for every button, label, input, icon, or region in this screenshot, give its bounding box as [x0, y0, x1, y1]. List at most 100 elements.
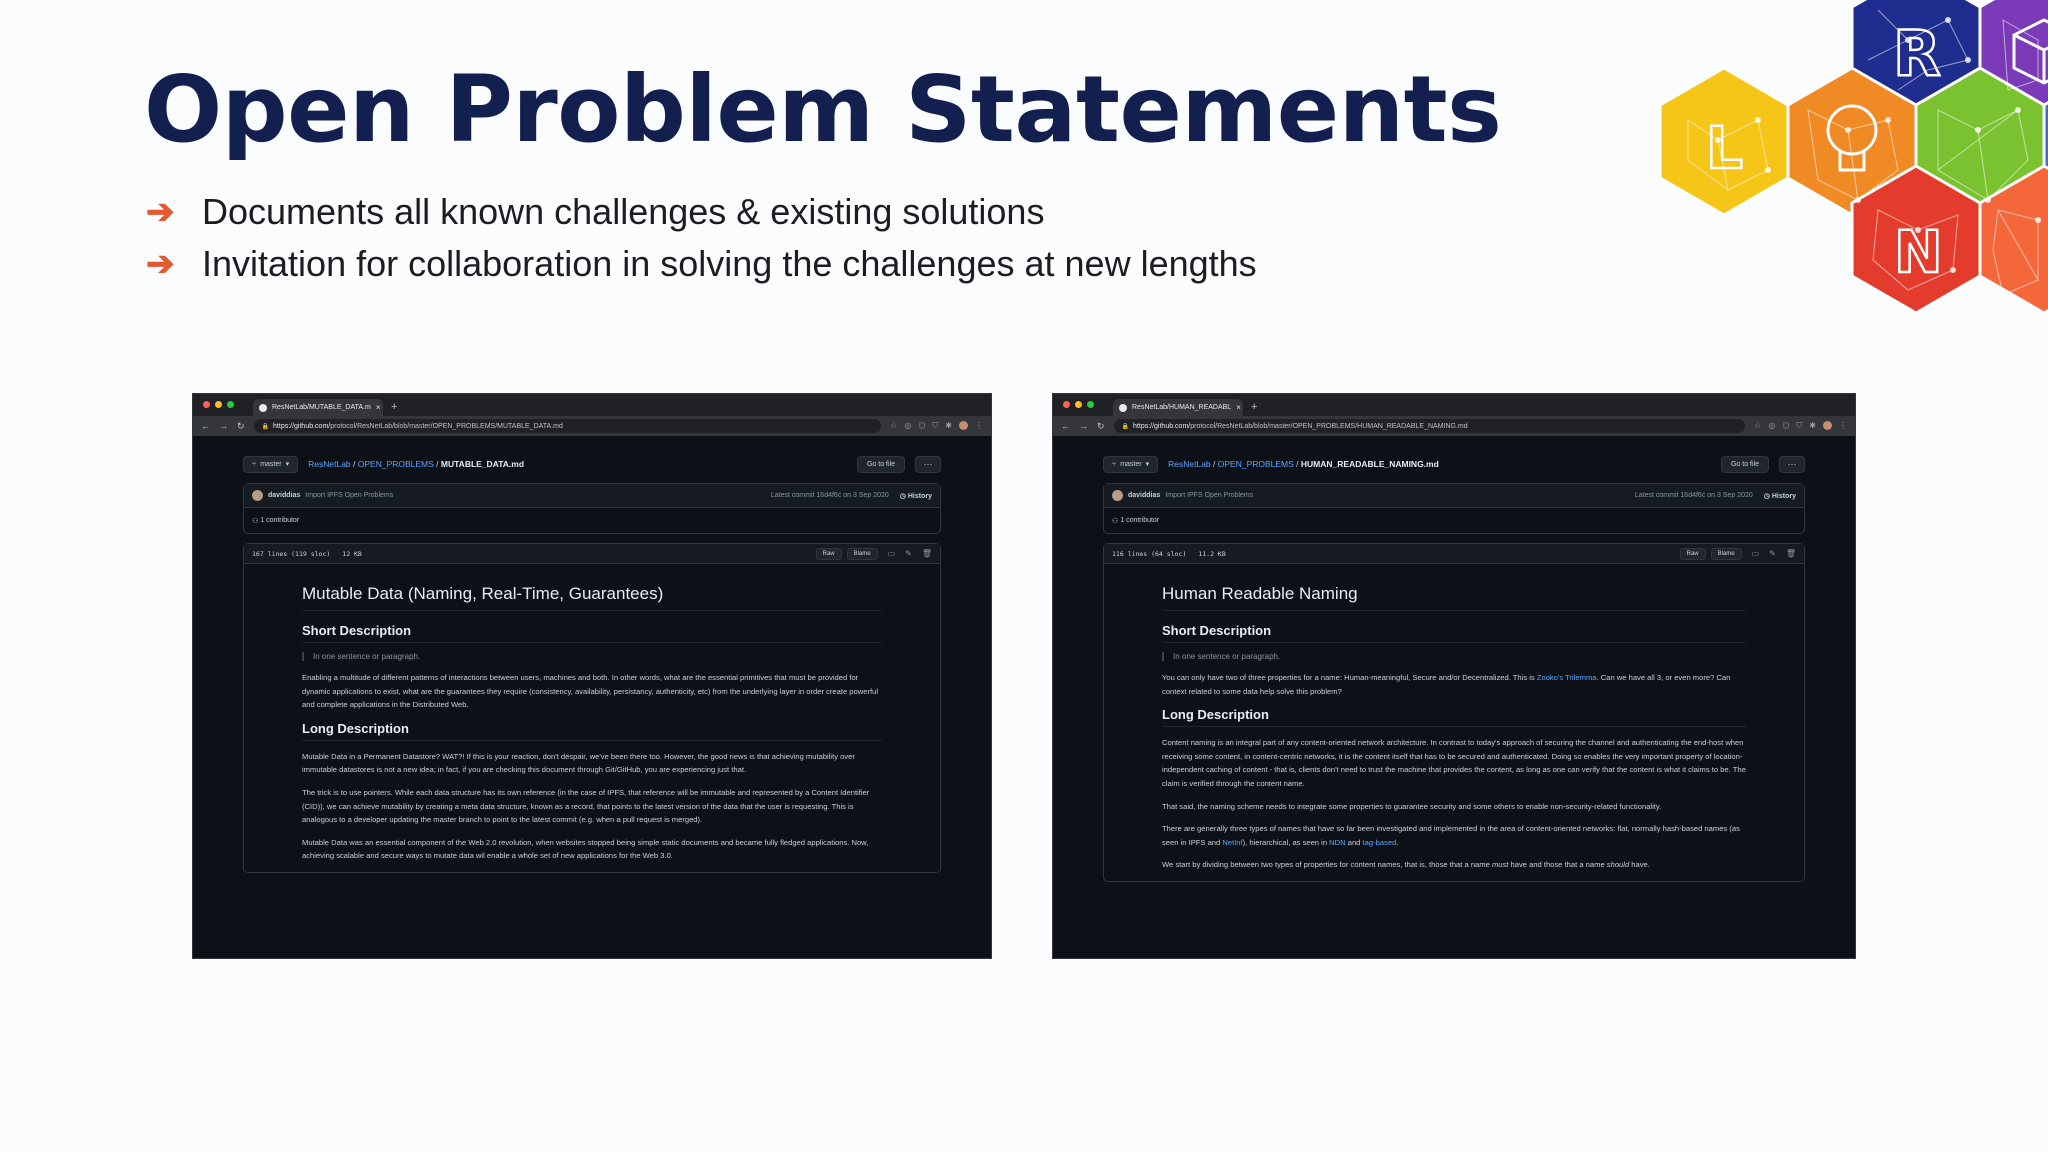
file-line-count: 116 lines (64 sloc): [1112, 549, 1187, 558]
reload-icon[interactable]: ↻: [237, 421, 245, 432]
desktop-icon[interactable]: ▭: [1752, 549, 1760, 558]
logo-letter-n: N: [1894, 218, 1943, 286]
contributors-row[interactable]: ⚇ 1 contributor: [244, 508, 940, 533]
netinf-link[interactable]: NetInf: [1222, 838, 1242, 847]
github-icon: [259, 403, 267, 412]
file-content-box: 167 lines (119 sloc) 12 KB Raw Blame ▭ ✎…: [243, 543, 941, 873]
close-window-icon[interactable]: [1063, 401, 1070, 408]
extension-icon[interactable]: ◎: [1768, 421, 1775, 431]
window-controls[interactable]: [203, 401, 234, 408]
history-link[interactable]: ◷ History: [1764, 492, 1796, 500]
tag-based-link[interactable]: tag-based: [1363, 838, 1397, 847]
shield-icon[interactable]: ⛉: [932, 421, 938, 431]
crumb-folder[interactable]: OPEN_PROBLEMS: [358, 459, 434, 469]
breadcrumb: ResNetLab / OPEN_PROBLEMS / HUMAN_READAB…: [1168, 459, 1439, 469]
close-tab-icon[interactable]: ×: [1236, 403, 1241, 412]
commit-author[interactable]: daviddias: [1128, 492, 1160, 499]
puzzle-icon[interactable]: ✱: [945, 421, 952, 431]
crumb-file: MUTABLE_DATA.md: [440, 459, 525, 469]
extension-icons: ☆ ◎ ⬡ ⛉ ✱ ⋮: [1754, 421, 1847, 431]
back-icon[interactable]: ←: [1061, 421, 1070, 431]
address-bar[interactable]: 🔒 https://github.com/protocol/ResNetLab/…: [1113, 419, 1746, 433]
star-icon[interactable]: ☆: [1754, 421, 1761, 431]
breadcrumb-row: ⑂ master ▾ ResNetLab / OPEN_PROBLEMS / H…: [1103, 454, 1805, 474]
doc-quote: In one sentence or paragraph.: [302, 652, 882, 661]
commit-message[interactable]: Import IPFS Open Problems: [305, 492, 393, 499]
desktop-icon[interactable]: ▭: [888, 549, 896, 558]
tab-title: ResNetLab/HUMAN_READABL: [1132, 404, 1232, 411]
extension-icon[interactable]: ◎: [904, 421, 911, 431]
pencil-icon[interactable]: ✎: [1769, 549, 1776, 558]
close-tab-icon[interactable]: ×: [376, 403, 381, 412]
maximize-window-icon[interactable]: [1087, 401, 1094, 408]
puzzle-icon[interactable]: ✱: [1809, 421, 1816, 431]
minimize-window-icon[interactable]: [1075, 401, 1082, 408]
clock-icon: ◷: [899, 492, 908, 500]
extension-icon[interactable]: ⬡: [1782, 421, 1789, 431]
commit-author[interactable]: daviddias: [268, 492, 300, 499]
file-actions: Raw Blame ▭ ✎ 🗑: [1679, 547, 1796, 560]
ndn-link[interactable]: NDN: [1329, 838, 1345, 847]
profile-avatar[interactable]: [1823, 421, 1832, 430]
raw-button[interactable]: Raw: [1679, 547, 1706, 560]
doc-paragraph: There are generally three types of names…: [1162, 824, 1740, 847]
breadcrumb: ResNetLab / OPEN_PROBLEMS / MUTABLE_DATA…: [308, 459, 525, 469]
trash-icon[interactable]: 🗑: [1786, 549, 1796, 558]
more-options-button[interactable]: ···: [1779, 455, 1805, 473]
user-avatar[interactable]: [252, 490, 263, 501]
blame-button[interactable]: Blame: [1710, 547, 1742, 560]
github-icon: [1119, 403, 1127, 412]
reload-icon[interactable]: ↻: [1097, 421, 1105, 432]
menu-icon[interactable]: ⋮: [975, 421, 983, 431]
new-tab-button[interactable]: +: [1251, 401, 1257, 413]
more-options-button[interactable]: ···: [915, 455, 941, 473]
doc-paragraph: Enabling a multitude of different patter…: [302, 673, 878, 710]
file-size: 12 KB: [342, 549, 362, 558]
latest-commit-box: daviddias Import IPFS Open Problems Late…: [243, 483, 941, 534]
back-icon[interactable]: ←: [201, 421, 210, 431]
raw-button[interactable]: Raw: [815, 547, 842, 560]
close-window-icon[interactable]: [203, 401, 210, 408]
extension-icon[interactable]: ⬡: [918, 421, 925, 431]
address-bar[interactable]: 🔒 https://github.com/protocol/ResNetLab/…: [253, 419, 882, 433]
pencil-icon[interactable]: ✎: [905, 549, 912, 558]
history-link[interactable]: ◷ History: [900, 492, 932, 500]
branch-select[interactable]: ⑂ master ▾: [243, 455, 299, 473]
browser-toolbar: ← → ↻ 🔒 https://github.com/protocol/ResN…: [193, 416, 991, 436]
extension-icons: ☆ ◎ ⬡ ⛉ ✱ ⋮: [890, 421, 983, 431]
branch-select[interactable]: ⑂ master ▾: [1103, 455, 1159, 473]
crumb-folder[interactable]: OPEN_PROBLEMS: [1218, 459, 1294, 469]
crumb-org[interactable]: ResNetLab: [1168, 459, 1211, 469]
window-controls[interactable]: [1063, 401, 1094, 408]
file-size: 11.2 KB: [1198, 549, 1226, 558]
commit-message[interactable]: Import IPFS Open Problems: [1165, 492, 1253, 499]
section-heading: Long Description: [302, 721, 882, 741]
markdown-body: Mutable Data (Naming, Real-Time, Guarant…: [244, 564, 940, 863]
crumb-file: HUMAN_READABLE_NAMING.md: [1300, 459, 1439, 469]
browser-tab[interactable]: ResNetLab/HUMAN_READABL ×: [1113, 399, 1243, 416]
zookos-trilemma-link[interactable]: Zooko's Trilemma: [1537, 673, 1597, 682]
contributors-row[interactable]: ⚇ 1 contributor: [1104, 508, 1804, 533]
go-to-file-button[interactable]: Go to file: [1720, 455, 1769, 473]
logo-letter-r: R: [1893, 17, 1941, 90]
latest-commit-box: daviddias Import IPFS Open Problems Late…: [1103, 483, 1805, 534]
crumb-org[interactable]: ResNetLab: [308, 459, 351, 469]
user-avatar[interactable]: [1112, 490, 1123, 501]
profile-avatar[interactable]: [959, 421, 968, 430]
go-to-file-button[interactable]: Go to file: [856, 455, 905, 473]
minimize-window-icon[interactable]: [215, 401, 222, 408]
branch-icon: ⑂: [252, 460, 257, 468]
menu-icon[interactable]: ⋮: [1839, 421, 1847, 431]
doc-paragraph: Mutable Data in a Permanent Datastore? W…: [302, 751, 855, 775]
lock-icon: 🔒: [261, 423, 270, 430]
trash-icon[interactable]: 🗑: [922, 549, 932, 558]
browser-tab[interactable]: ResNetLab/MUTABLE_DATA.m ×: [253, 399, 383, 416]
blame-button[interactable]: Blame: [846, 547, 878, 560]
new-tab-button[interactable]: +: [391, 401, 397, 413]
star-icon[interactable]: ☆: [890, 421, 897, 431]
forward-icon[interactable]: →: [1079, 421, 1088, 431]
forward-icon[interactable]: →: [219, 421, 228, 431]
maximize-window-icon[interactable]: [227, 401, 234, 408]
chevron-down-icon: ▾: [285, 461, 290, 468]
shield-icon[interactable]: ⛉: [1796, 421, 1802, 431]
